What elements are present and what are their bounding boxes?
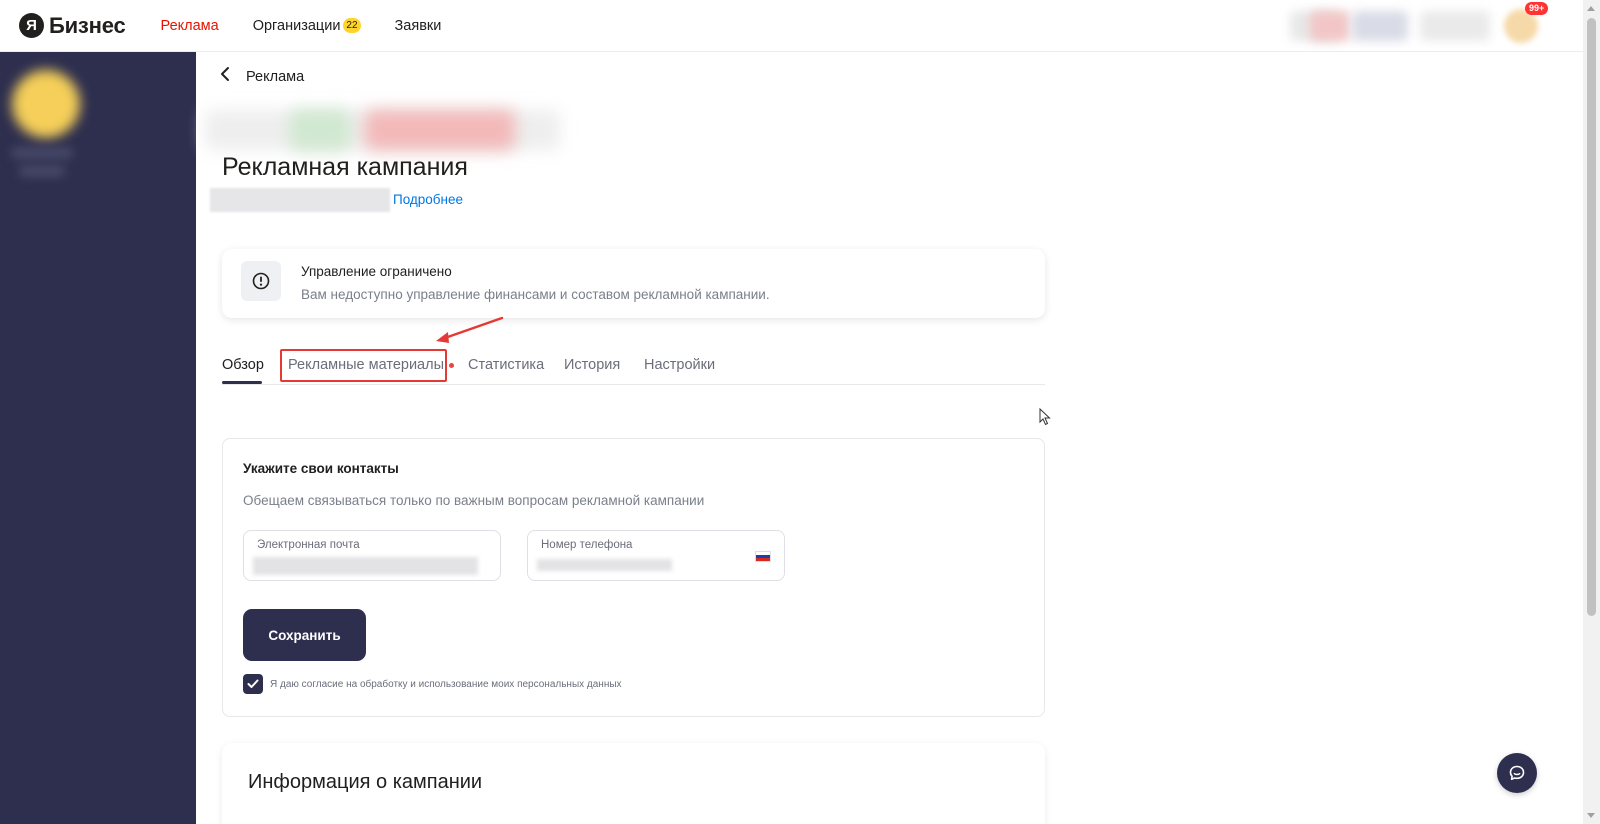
consent-checkbox[interactable] (243, 674, 263, 694)
tab-settings[interactable]: Настройки (644, 357, 715, 373)
back-link[interactable]: Реклама (220, 66, 304, 87)
page-scrollbar[interactable] (1583, 0, 1600, 824)
topnav-ads-label: Реклама (160, 17, 219, 34)
scroll-down-arrow[interactable] (1587, 813, 1595, 818)
mouse-cursor-icon (1039, 408, 1051, 426)
contacts-title: Укажите свои контакты (243, 461, 399, 476)
redacted-block (537, 559, 672, 571)
sidebar (0, 52, 196, 824)
support-chat-button[interactable] (1497, 753, 1537, 793)
logo-text: Бизнес (49, 12, 126, 38)
redacted-block (1420, 11, 1490, 41)
redacted-block (365, 110, 515, 150)
logo-mark: Я (19, 13, 44, 38)
consent-row: Я даю согласие на обработку и использова… (243, 674, 622, 694)
email-field-label: Электронная почта (257, 539, 360, 551)
scroll-up-arrow[interactable] (1587, 6, 1595, 11)
page-title: Рекламная кампания (222, 153, 468, 181)
topnav-requests-label: Заявки (394, 17, 442, 34)
campaign-info-card: Информация о кампании (222, 743, 1045, 824)
restriction-notice: Управление ограничено Вам недоступно упр… (222, 249, 1045, 318)
email-field[interactable]: Электронная почта (243, 530, 501, 581)
redacted-block (253, 557, 478, 575)
redacted-block (12, 148, 72, 158)
tab-history-label: История (564, 357, 621, 373)
tab-statistics-label: Статистика (468, 357, 545, 373)
redacted-block (1352, 11, 1408, 41)
topnav-requests[interactable]: Заявки (395, 18, 442, 34)
back-link-label: Реклама (246, 68, 305, 85)
tab-history[interactable]: История (564, 357, 620, 373)
phone-field[interactable]: Номер телефона (527, 530, 785, 581)
redacted-block (290, 110, 350, 150)
notice-text: Вам недоступно управление финансами и со… (301, 287, 770, 302)
top-nav: Реклама Организации 22 Заявки (161, 18, 476, 34)
organization-avatar[interactable] (12, 70, 80, 138)
save-button[interactable]: Сохранить (243, 609, 366, 661)
russia-flag-icon[interactable] (755, 551, 771, 562)
tab-overview[interactable]: Обзор (222, 357, 264, 373)
more-link[interactable]: Подробнее (393, 192, 463, 207)
redacted-block (1310, 11, 1350, 41)
topnav-ads[interactable]: Реклама (161, 18, 219, 34)
consent-text: Я даю согласие на обработку и использова… (270, 678, 622, 690)
contacts-subtitle: Обещаем связываться только по важным воп… (243, 493, 705, 508)
chat-icon (1509, 765, 1525, 781)
scrollbar-thumb[interactable] (1587, 18, 1596, 616)
yandex-business-logo[interactable]: Я Бизнес (19, 13, 126, 39)
annotation-highlight-box (280, 349, 447, 382)
chevron-left-icon (220, 66, 230, 87)
organizations-count-badge: 22 (343, 18, 361, 33)
topnav-organizations[interactable]: Организации 22 (253, 18, 361, 34)
warning-icon (241, 261, 281, 301)
topnav-organizations-label: Организации (252, 17, 341, 34)
contacts-card: Укажите свои контакты Обещаем связыватьс… (222, 438, 1045, 717)
tab-statistics[interactable]: Статистика (468, 357, 544, 373)
campaign-info-title: Информация о кампании (248, 771, 483, 793)
active-tab-indicator (222, 381, 262, 384)
redacted-block (20, 166, 64, 176)
tab-settings-label: Настройки (644, 357, 716, 373)
notice-title: Управление ограничено (301, 264, 452, 279)
redacted-block (210, 188, 390, 212)
tab-overview-label: Обзор (222, 357, 264, 373)
notifications-badge: 99+ (1525, 2, 1549, 15)
checkmark-icon (247, 679, 259, 688)
new-indicator-dot (449, 362, 454, 368)
top-bar: Я Бизнес Реклама Организации 22 Заявки 9… (0, 0, 1583, 52)
phone-field-label: Номер телефона (541, 539, 633, 551)
